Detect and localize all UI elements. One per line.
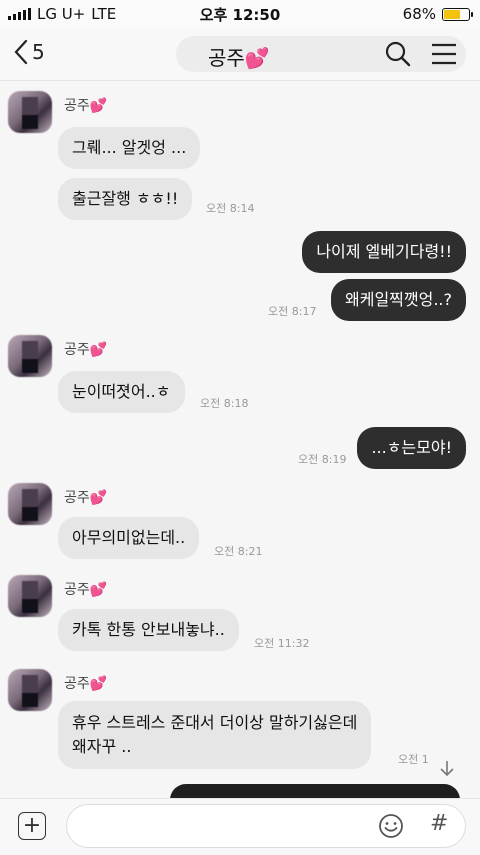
avatar[interactable]	[8, 91, 52, 133]
status-bar: LG U+ LTE 오후 12:50 68%	[0, 0, 480, 28]
battery-icon	[442, 7, 473, 21]
sender-name: 공주💕	[64, 342, 108, 358]
sender-name: 공주💕	[64, 676, 108, 692]
avatar[interactable]	[8, 575, 52, 617]
message-list[interactable]: 공주💕 그뤠... 알겟엉 ... 출근잘행 ㅎㅎ!! 오전 8:14 나이제 …	[0, 81, 480, 814]
back-button[interactable]: 5	[12, 38, 45, 66]
message-bubble-incoming[interactable]: 카톡 한통 안보내놓냐..	[58, 609, 239, 651]
search-button[interactable]	[384, 40, 412, 72]
message-bubble-incoming[interactable]: 눈이떠졋어..ㅎ	[58, 371, 185, 413]
avatar[interactable]	[8, 335, 52, 377]
message-line: 휴우 스트레스 준대서 더이상 말하기싫은데	[72, 713, 358, 732]
search-icon	[385, 41, 411, 67]
plus-icon: +	[22, 813, 42, 838]
message-bubble-outgoing[interactable]: ...ㅎ는모야!	[357, 427, 466, 469]
attach-button[interactable]: +	[18, 812, 46, 840]
hashtag-button[interactable]: #	[430, 811, 448, 836]
arrow-down-icon	[440, 761, 454, 777]
smiley-icon	[379, 814, 403, 838]
unread-count: 5	[32, 40, 45, 64]
message-time: 오전 8:17	[268, 305, 317, 318]
sender-name: 공주💕	[64, 490, 108, 506]
menu-button[interactable]	[430, 42, 458, 70]
input-bar: + #	[0, 798, 480, 855]
sender-name: 공주💕	[64, 98, 108, 114]
status-right: 68%	[402, 5, 473, 23]
message-bubble-incoming[interactable]: 그뤠... 알겟엉 ...	[58, 127, 201, 169]
message-line: 왜자꾸 ..	[72, 737, 132, 756]
hamburger-menu-icon	[432, 43, 456, 65]
message-time: 오전 11:32	[254, 637, 310, 650]
message-bubble-incoming[interactable]: 휴우 스트레스 준대서 더이상 말하기싫은데 왜자꾸 ..	[58, 701, 372, 769]
message-time: 오전 1	[398, 753, 429, 766]
message-input[interactable]	[66, 804, 466, 848]
scroll-down-button[interactable]	[438, 759, 456, 782]
message-bubble-outgoing[interactable]: 나이제 엘베기다령!!	[302, 231, 466, 273]
hashtag-icon: #	[430, 811, 449, 836]
battery-fill	[444, 9, 460, 19]
avatar[interactable]	[8, 483, 52, 525]
message-time: 오전 8:18	[200, 397, 249, 410]
chat-header: 5 공주💕	[0, 28, 480, 81]
avatar[interactable]	[8, 669, 52, 711]
message-bubble-incoming[interactable]: 아무의미없는데..	[58, 517, 200, 559]
message-bubble-incoming[interactable]: 출근잘행 ㅎㅎ!!	[58, 178, 193, 220]
message-time: 오전 8:19	[298, 453, 347, 466]
chevron-left-icon	[14, 39, 28, 65]
emoji-button[interactable]	[378, 813, 404, 843]
message-bubble-outgoing[interactable]: 왜케일찍깻엉..?	[331, 279, 466, 321]
chat-title[interactable]: 공주💕	[208, 42, 270, 71]
sender-name: 공주💕	[64, 582, 108, 598]
battery-percent: 68%	[402, 5, 436, 23]
message-time: 오전 8:14	[206, 202, 255, 215]
message-time: 오전 8:21	[214, 545, 263, 558]
